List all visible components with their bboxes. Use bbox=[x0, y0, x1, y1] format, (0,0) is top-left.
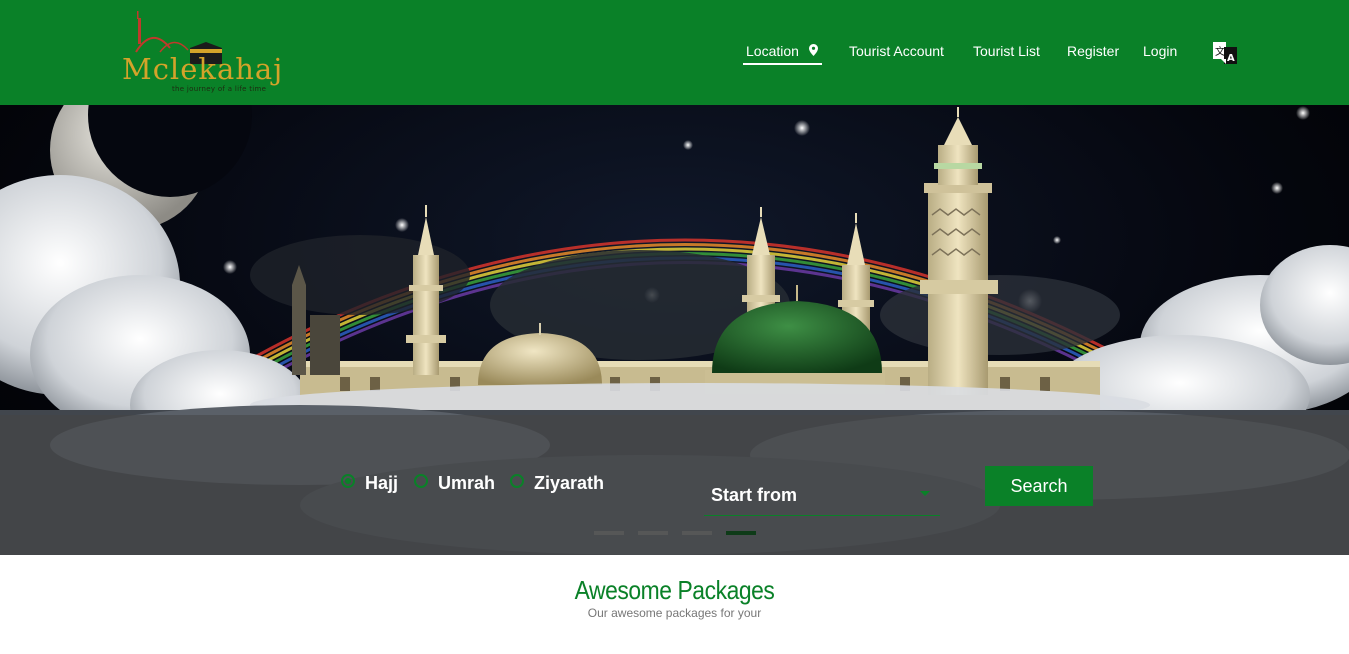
site-header: Mclekahaj the journey of a life time Loc… bbox=[0, 0, 1349, 105]
packages-title: Awesome Packages bbox=[574, 575, 775, 605]
carousel-dot-1[interactable] bbox=[594, 531, 624, 535]
nav-location-label: Location bbox=[746, 43, 799, 59]
logo-tagline: the journey of a life time bbox=[172, 85, 267, 93]
nav-tourist-account[interactable]: Tourist Account bbox=[849, 40, 944, 62]
start-from-select[interactable]: Start from bbox=[704, 469, 940, 516]
carousel-indicators bbox=[0, 531, 1349, 535]
map-pin-icon bbox=[808, 40, 818, 62]
search-panel: Hajj Umrah Ziyarath Start from Search bbox=[0, 415, 1349, 555]
radio-ziyarath-circle[interactable] bbox=[510, 473, 524, 488]
radio-umrah-label: Umrah bbox=[438, 473, 496, 493]
nav-login[interactable]: Login bbox=[1143, 40, 1177, 62]
radio-ziyarath[interactable]: Ziyarath bbox=[510, 470, 605, 493]
logo-wordmark: Mclekahaj bbox=[122, 52, 284, 86]
carousel-dot-2[interactable] bbox=[638, 531, 668, 535]
site-logo[interactable]: Mclekahaj the journey of a life time bbox=[118, 8, 282, 98]
caret-down-icon bbox=[920, 491, 930, 496]
radio-hajj-label: Hajj bbox=[365, 473, 399, 493]
svg-text:A: A bbox=[1227, 53, 1235, 64]
radio-hajj-circle[interactable] bbox=[341, 473, 355, 488]
packages-subtitle: Our awesome packages for your bbox=[587, 606, 762, 620]
translate-icon[interactable]: 文 A bbox=[1212, 41, 1238, 65]
nav-tourist-list[interactable]: Tourist List bbox=[973, 40, 1040, 62]
search-button[interactable]: Search bbox=[985, 466, 1093, 506]
radio-ziyarath-label: Ziyarath bbox=[534, 473, 605, 493]
carousel-dot-4[interactable] bbox=[726, 531, 756, 535]
nav-register[interactable]: Register bbox=[1067, 40, 1119, 62]
hero-banner: Hajj Umrah Ziyarath Start from Search bbox=[0, 105, 1349, 555]
nav-location[interactable]: Location bbox=[743, 40, 822, 65]
radio-umrah-circle[interactable] bbox=[414, 473, 428, 488]
packages-section: Awesome Packages Our awesome packages fo… bbox=[0, 555, 1349, 654]
carousel-dot-3[interactable] bbox=[682, 531, 712, 535]
start-from-value: Start from bbox=[711, 485, 798, 505]
svg-text:文: 文 bbox=[1215, 45, 1225, 58]
radio-umrah[interactable]: Umrah bbox=[414, 470, 496, 493]
radio-hajj[interactable]: Hajj bbox=[341, 470, 399, 493]
